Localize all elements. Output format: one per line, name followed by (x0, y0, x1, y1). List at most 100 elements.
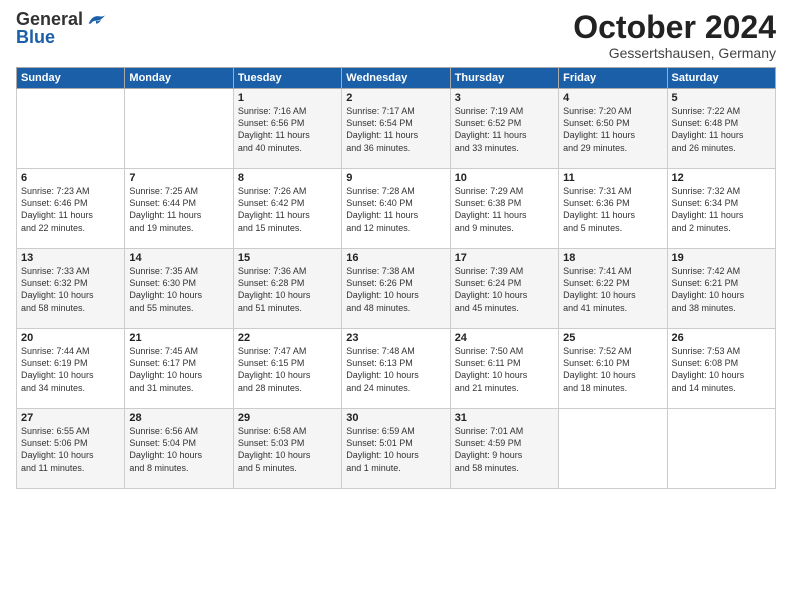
page: General Blue October 2024 Gessertshausen… (0, 0, 792, 612)
day-info: Sunrise: 7:44 AM Sunset: 6:19 PM Dayligh… (21, 345, 120, 394)
cell-w4-d3: 30Sunrise: 6:59 AM Sunset: 5:01 PM Dayli… (342, 409, 450, 489)
cell-w2-d3: 16Sunrise: 7:38 AM Sunset: 6:26 PM Dayli… (342, 249, 450, 329)
week-row-3: 20Sunrise: 7:44 AM Sunset: 6:19 PM Dayli… (17, 329, 776, 409)
day-info: Sunrise: 7:25 AM Sunset: 6:44 PM Dayligh… (129, 185, 228, 234)
day-info: Sunrise: 6:55 AM Sunset: 5:06 PM Dayligh… (21, 425, 120, 474)
cell-w0-d1 (125, 89, 233, 169)
day-info: Sunrise: 7:23 AM Sunset: 6:46 PM Dayligh… (21, 185, 120, 234)
th-friday: Friday (559, 68, 667, 89)
day-info: Sunrise: 7:52 AM Sunset: 6:10 PM Dayligh… (563, 345, 662, 394)
cell-w1-d6: 12Sunrise: 7:32 AM Sunset: 6:34 PM Dayli… (667, 169, 775, 249)
cell-w1-d4: 10Sunrise: 7:29 AM Sunset: 6:38 PM Dayli… (450, 169, 558, 249)
th-thursday: Thursday (450, 68, 558, 89)
day-info: Sunrise: 7:31 AM Sunset: 6:36 PM Dayligh… (563, 185, 662, 234)
day-number: 30 (346, 412, 445, 424)
day-number: 22 (238, 332, 337, 344)
day-number: 14 (129, 252, 228, 264)
day-number: 11 (563, 172, 662, 184)
day-number: 29 (238, 412, 337, 424)
day-number: 13 (21, 252, 120, 264)
day-info: Sunrise: 7:01 AM Sunset: 4:59 PM Dayligh… (455, 425, 554, 474)
day-info: Sunrise: 6:56 AM Sunset: 5:04 PM Dayligh… (129, 425, 228, 474)
day-info: Sunrise: 7:17 AM Sunset: 6:54 PM Dayligh… (346, 105, 445, 154)
day-number: 7 (129, 172, 228, 184)
title-area: October 2024 Gessertshausen, Germany (573, 10, 776, 61)
cell-w3-d1: 21Sunrise: 7:45 AM Sunset: 6:17 PM Dayli… (125, 329, 233, 409)
day-number: 4 (563, 92, 662, 104)
cell-w4-d1: 28Sunrise: 6:56 AM Sunset: 5:04 PM Dayli… (125, 409, 233, 489)
cell-w4-d4: 31Sunrise: 7:01 AM Sunset: 4:59 PM Dayli… (450, 409, 558, 489)
day-number: 9 (346, 172, 445, 184)
cell-w3-d4: 24Sunrise: 7:50 AM Sunset: 6:11 PM Dayli… (450, 329, 558, 409)
day-number: 10 (455, 172, 554, 184)
calendar-table: Sunday Monday Tuesday Wednesday Thursday… (16, 67, 776, 489)
day-number: 15 (238, 252, 337, 264)
day-number: 8 (238, 172, 337, 184)
cell-w2-d0: 13Sunrise: 7:33 AM Sunset: 6:32 PM Dayli… (17, 249, 125, 329)
header-row: Sunday Monday Tuesday Wednesday Thursday… (17, 68, 776, 89)
day-number: 3 (455, 92, 554, 104)
cell-w0-d4: 3Sunrise: 7:19 AM Sunset: 6:52 PM Daylig… (450, 89, 558, 169)
day-number: 26 (672, 332, 771, 344)
day-number: 12 (672, 172, 771, 184)
cell-w0-d2: 1Sunrise: 7:16 AM Sunset: 6:56 PM Daylig… (233, 89, 341, 169)
day-info: Sunrise: 7:28 AM Sunset: 6:40 PM Dayligh… (346, 185, 445, 234)
day-info: Sunrise: 7:22 AM Sunset: 6:48 PM Dayligh… (672, 105, 771, 154)
day-info: Sunrise: 7:45 AM Sunset: 6:17 PM Dayligh… (129, 345, 228, 394)
cell-w4-d6 (667, 409, 775, 489)
day-info: Sunrise: 7:53 AM Sunset: 6:08 PM Dayligh… (672, 345, 771, 394)
day-info: Sunrise: 6:58 AM Sunset: 5:03 PM Dayligh… (238, 425, 337, 474)
day-number: 24 (455, 332, 554, 344)
day-number: 25 (563, 332, 662, 344)
day-info: Sunrise: 7:33 AM Sunset: 6:32 PM Dayligh… (21, 265, 120, 314)
cell-w0-d3: 2Sunrise: 7:17 AM Sunset: 6:54 PM Daylig… (342, 89, 450, 169)
cell-w1-d2: 8Sunrise: 7:26 AM Sunset: 6:42 PM Daylig… (233, 169, 341, 249)
header: General Blue October 2024 Gessertshausen… (16, 10, 776, 61)
day-number: 27 (21, 412, 120, 424)
day-number: 18 (563, 252, 662, 264)
day-number: 16 (346, 252, 445, 264)
day-info: Sunrise: 7:42 AM Sunset: 6:21 PM Dayligh… (672, 265, 771, 314)
day-info: Sunrise: 7:32 AM Sunset: 6:34 PM Dayligh… (672, 185, 771, 234)
day-info: Sunrise: 7:50 AM Sunset: 6:11 PM Dayligh… (455, 345, 554, 394)
th-saturday: Saturday (667, 68, 775, 89)
week-row-4: 27Sunrise: 6:55 AM Sunset: 5:06 PM Dayli… (17, 409, 776, 489)
day-info: Sunrise: 7:39 AM Sunset: 6:24 PM Dayligh… (455, 265, 554, 314)
day-info: Sunrise: 7:19 AM Sunset: 6:52 PM Dayligh… (455, 105, 554, 154)
day-number: 31 (455, 412, 554, 424)
location-title: Gessertshausen, Germany (573, 45, 776, 61)
day-number: 21 (129, 332, 228, 344)
week-row-0: 1Sunrise: 7:16 AM Sunset: 6:56 PM Daylig… (17, 89, 776, 169)
cell-w4-d5 (559, 409, 667, 489)
day-number: 5 (672, 92, 771, 104)
cell-w0-d0 (17, 89, 125, 169)
day-number: 2 (346, 92, 445, 104)
logo-bird-icon (85, 13, 107, 27)
th-tuesday: Tuesday (233, 68, 341, 89)
logo-blue: Blue (16, 28, 55, 48)
cell-w1-d5: 11Sunrise: 7:31 AM Sunset: 6:36 PM Dayli… (559, 169, 667, 249)
day-number: 1 (238, 92, 337, 104)
day-info: Sunrise: 7:36 AM Sunset: 6:28 PM Dayligh… (238, 265, 337, 314)
cell-w1-d1: 7Sunrise: 7:25 AM Sunset: 6:44 PM Daylig… (125, 169, 233, 249)
cell-w2-d1: 14Sunrise: 7:35 AM Sunset: 6:30 PM Dayli… (125, 249, 233, 329)
cell-w1-d3: 9Sunrise: 7:28 AM Sunset: 6:40 PM Daylig… (342, 169, 450, 249)
day-info: Sunrise: 7:41 AM Sunset: 6:22 PM Dayligh… (563, 265, 662, 314)
day-info: Sunrise: 7:35 AM Sunset: 6:30 PM Dayligh… (129, 265, 228, 314)
cell-w3-d2: 22Sunrise: 7:47 AM Sunset: 6:15 PM Dayli… (233, 329, 341, 409)
day-number: 6 (21, 172, 120, 184)
day-number: 28 (129, 412, 228, 424)
cell-w3-d5: 25Sunrise: 7:52 AM Sunset: 6:10 PM Dayli… (559, 329, 667, 409)
month-title: October 2024 (573, 10, 776, 45)
day-info: Sunrise: 7:47 AM Sunset: 6:15 PM Dayligh… (238, 345, 337, 394)
cell-w2-d4: 17Sunrise: 7:39 AM Sunset: 6:24 PM Dayli… (450, 249, 558, 329)
cell-w3-d3: 23Sunrise: 7:48 AM Sunset: 6:13 PM Dayli… (342, 329, 450, 409)
cell-w2-d6: 19Sunrise: 7:42 AM Sunset: 6:21 PM Dayli… (667, 249, 775, 329)
day-info: Sunrise: 6:59 AM Sunset: 5:01 PM Dayligh… (346, 425, 445, 474)
day-number: 20 (21, 332, 120, 344)
day-number: 17 (455, 252, 554, 264)
week-row-2: 13Sunrise: 7:33 AM Sunset: 6:32 PM Dayli… (17, 249, 776, 329)
logo: General Blue (16, 10, 107, 48)
week-row-1: 6Sunrise: 7:23 AM Sunset: 6:46 PM Daylig… (17, 169, 776, 249)
day-info: Sunrise: 7:48 AM Sunset: 6:13 PM Dayligh… (346, 345, 445, 394)
